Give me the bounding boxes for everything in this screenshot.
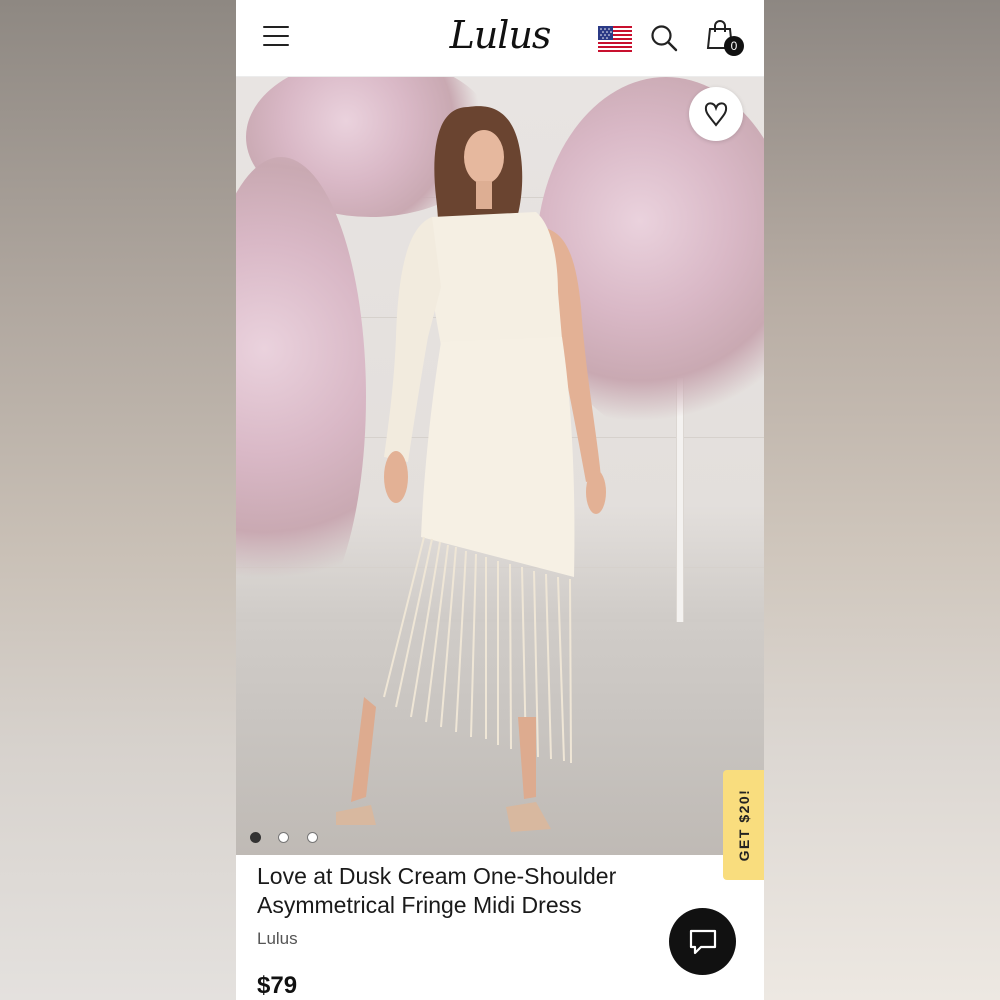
carousel-dot-2[interactable] [278, 832, 290, 843]
product-title: Love at Dusk Cream One-Shoulder Asymmetr… [257, 863, 617, 918]
carousel-dot-1[interactable] [250, 832, 261, 843]
product-image[interactable] [236, 77, 764, 855]
blurred-backdrop-right [764, 0, 1000, 1000]
heart-icon [704, 102, 728, 127]
carousel-dot-3[interactable] [306, 832, 318, 843]
shopping-bag-icon[interactable]: 0 [706, 20, 744, 56]
us-flag-icon[interactable] [598, 26, 632, 52]
chat-button[interactable] [669, 908, 736, 975]
carousel-dots [250, 830, 331, 843]
model-figure [336, 106, 606, 832]
product-brand[interactable]: Lulus [257, 929, 298, 949]
site-header: Lulus 0 [236, 0, 764, 77]
wishlist-button[interactable] [689, 87, 743, 141]
promo-label: GET $20! [735, 788, 752, 862]
blurred-backdrop-left [0, 0, 236, 1000]
hamburger-menu-icon[interactable] [263, 26, 289, 48]
bag-count-badge: 0 [724, 36, 744, 56]
get-20-promo-tab[interactable]: GET $20! [723, 770, 764, 880]
product-price: $79 [257, 972, 298, 999]
search-icon[interactable] [650, 24, 678, 52]
site-logo[interactable]: Lulus [448, 10, 552, 60]
mobile-product-page: Lulus 0 GET $20! Love at Dusk Cream One-… [236, 0, 764, 1000]
chat-bubble-icon [689, 929, 717, 955]
